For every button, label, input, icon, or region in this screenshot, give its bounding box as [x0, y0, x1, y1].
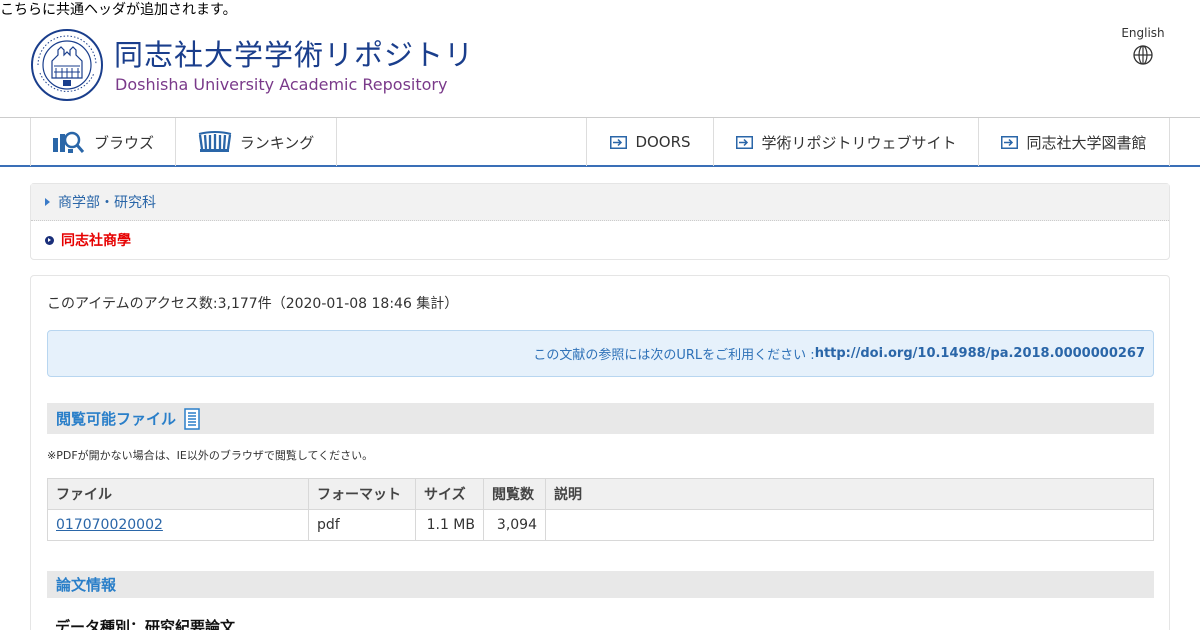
file-format-cell: pdf: [308, 509, 416, 541]
files-table-header: ファイル フォーマット サイズ 閲覧数 説明: [47, 478, 1154, 510]
file-download-link[interactable]: 017070020002: [56, 517, 163, 533]
ranking-icon: [198, 131, 231, 152]
nav-library-label[interactable]: 同志社大学図書館: [1026, 132, 1146, 153]
nav-doors-label[interactable]: DOORS: [635, 133, 690, 151]
doi-notice: この文献の参照には次のURLをご利用ください : http://doi.org/…: [47, 330, 1154, 377]
item-detail-panel: このアイテムのアクセス数:3,177件（2020-01-08 18:46 集計）…: [30, 275, 1170, 630]
breadcrumb-parent-label[interactable]: 商学部・研究科: [58, 192, 156, 212]
site-title[interactable]: 同志社大学学術リポジトリ: [114, 38, 474, 72]
globe-icon[interactable]: [1132, 44, 1154, 66]
nav-repository-website[interactable]: 学術リポジトリウェブサイト: [713, 118, 979, 166]
files-heading-label: 閲覧可能ファイル: [56, 410, 177, 428]
paper-info-heading: 論文情報: [47, 571, 1154, 598]
triangle-right-icon: [45, 198, 50, 206]
files-table: ファイル フォーマット サイズ 閲覧数 説明 017070020002 pdf …: [47, 478, 1154, 541]
doi-link[interactable]: http://doi.org/10.14988/pa.2018.00000002…: [815, 346, 1145, 361]
external-link-icon: [736, 135, 754, 149]
file-name-cell: 017070020002: [47, 509, 309, 541]
site-header: 同志社大学学術リポジトリ Doshisha University Academi…: [0, 20, 1200, 118]
language-label[interactable]: English: [1110, 24, 1176, 42]
document-icon: [184, 407, 200, 430]
file-description-cell: [545, 509, 1154, 541]
table-row: 017070020002 pdf 1.1 MB 3,094: [47, 509, 1154, 541]
university-seal-logo[interactable]: [30, 28, 104, 102]
paper-info-heading-label: 論文情報: [56, 576, 117, 594]
access-count: このアイテムのアクセス数:3,177件（2020-01-08 18:46 集計）: [47, 296, 459, 312]
file-size-cell: 1.1 MB: [415, 509, 484, 541]
circle-arrow-icon: [45, 235, 54, 245]
external-link-icon: [1001, 135, 1019, 149]
doi-prefix: この文献の参照には次のURLをご利用ください :: [533, 348, 815, 363]
nav-library[interactable]: 同志社大学図書館: [978, 118, 1170, 166]
pdf-note: ※PDFが開かない場合は、IE以外のブラウザで閲覧してください。: [47, 449, 374, 462]
site-subtitle[interactable]: Doshisha University Academic Repository: [115, 75, 447, 95]
files-section-heading: 閲覧可能ファイル: [47, 403, 1154, 434]
common-header-placeholder: こちらに共通ヘッダが追加されます。: [0, 2, 237, 18]
breadcrumb: 商学部・研究科 同志社商學: [30, 183, 1170, 260]
browse-icon: [52, 131, 85, 153]
breadcrumb-current-label: 同志社商學: [61, 233, 131, 249]
column-header-size: サイズ: [415, 478, 484, 510]
column-header-file: ファイル: [47, 478, 309, 510]
nav-doors[interactable]: DOORS: [586, 118, 714, 166]
nav-browse[interactable]: ブラウズ: [30, 118, 175, 166]
nav-ranking[interactable]: ランキング: [175, 118, 337, 166]
file-views-cell: 3,094: [483, 509, 546, 541]
nav-repository-website-label[interactable]: 学術リポジトリウェブサイト: [761, 132, 956, 153]
external-link-icon: [610, 135, 628, 149]
language-switch[interactable]: English: [1110, 24, 1176, 66]
nav-ranking-label[interactable]: ランキング: [240, 132, 315, 153]
main-navigation: ブラウズ ランキング DOORS 学術リポジトリウェブサイト 同志社大学図書館: [0, 118, 1200, 167]
column-header-description: 説明: [545, 478, 1154, 510]
data-type: データ種別：研究紀要論文: [55, 618, 236, 630]
breadcrumb-current: 同志社商學: [31, 221, 1169, 259]
column-header-views: 閲覧数: [483, 478, 546, 510]
breadcrumb-parent[interactable]: 商学部・研究科: [31, 184, 1169, 221]
column-header-format: フォーマット: [308, 478, 416, 510]
nav-browse-label[interactable]: ブラウズ: [94, 132, 154, 153]
